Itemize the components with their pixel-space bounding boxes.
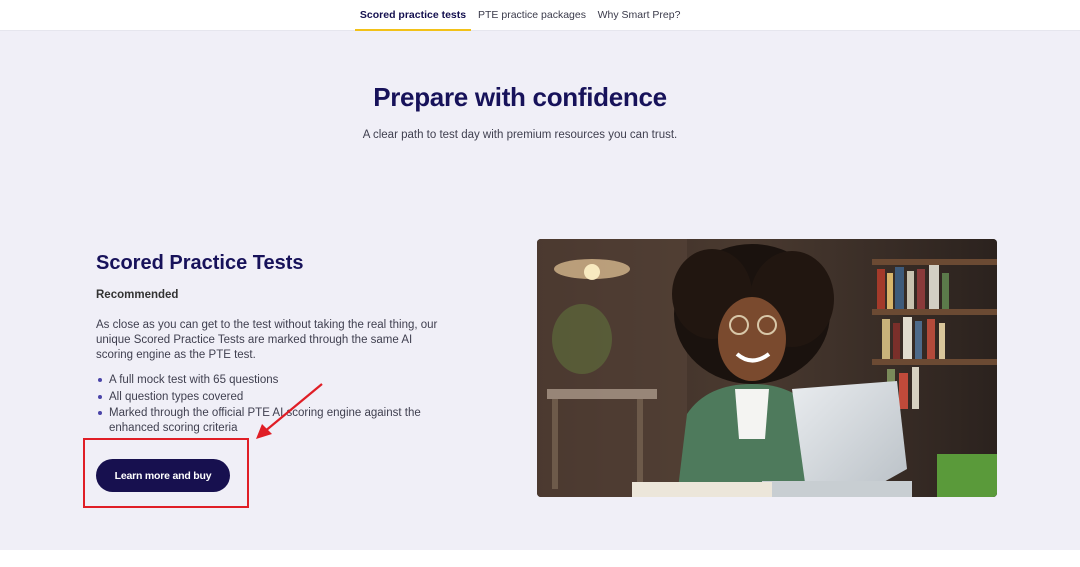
top-navigation: Scored practice tests PTE practice packa… [0, 0, 1080, 31]
tab-pte-practice-packages[interactable]: PTE practice packages [476, 0, 588, 31]
feature-text: A full mock test with 65 questions [109, 374, 279, 386]
page-subtitle: A clear path to test day with premium re… [362, 129, 678, 141]
tab-why-smart-prep[interactable]: Why Smart Prep? [594, 0, 684, 31]
photo-illustration [537, 239, 997, 497]
list-item: A full mock test with 65 questions [96, 373, 436, 388]
page-title: Prepare with confidence [373, 82, 667, 112]
bullet-icon [98, 411, 102, 415]
tab-scored-practice-tests[interactable]: Scored practice tests [355, 0, 471, 31]
product-description: As close as you can get to the test with… [96, 319, 438, 361]
feature-text: All question types covered [109, 390, 244, 403]
bullet-icon [98, 394, 102, 399]
bullet-icon [98, 378, 102, 382]
student-with-laptop-photo [537, 239, 997, 497]
list-item: All question types covered [96, 390, 436, 405]
feature-text: Marked through the official PTE AI scori… [109, 407, 421, 434]
product-title: Scored Practice Tests [96, 252, 304, 274]
footer-strip [0, 550, 1080, 567]
list-item: Marked through the official PTE AI scori… [96, 406, 436, 436]
learn-more-and-buy-button[interactable]: Learn more and buy [96, 459, 230, 492]
feature-list: A full mock test with 65 questions All q… [96, 373, 436, 438]
recommended-label: Recommended [96, 289, 179, 301]
